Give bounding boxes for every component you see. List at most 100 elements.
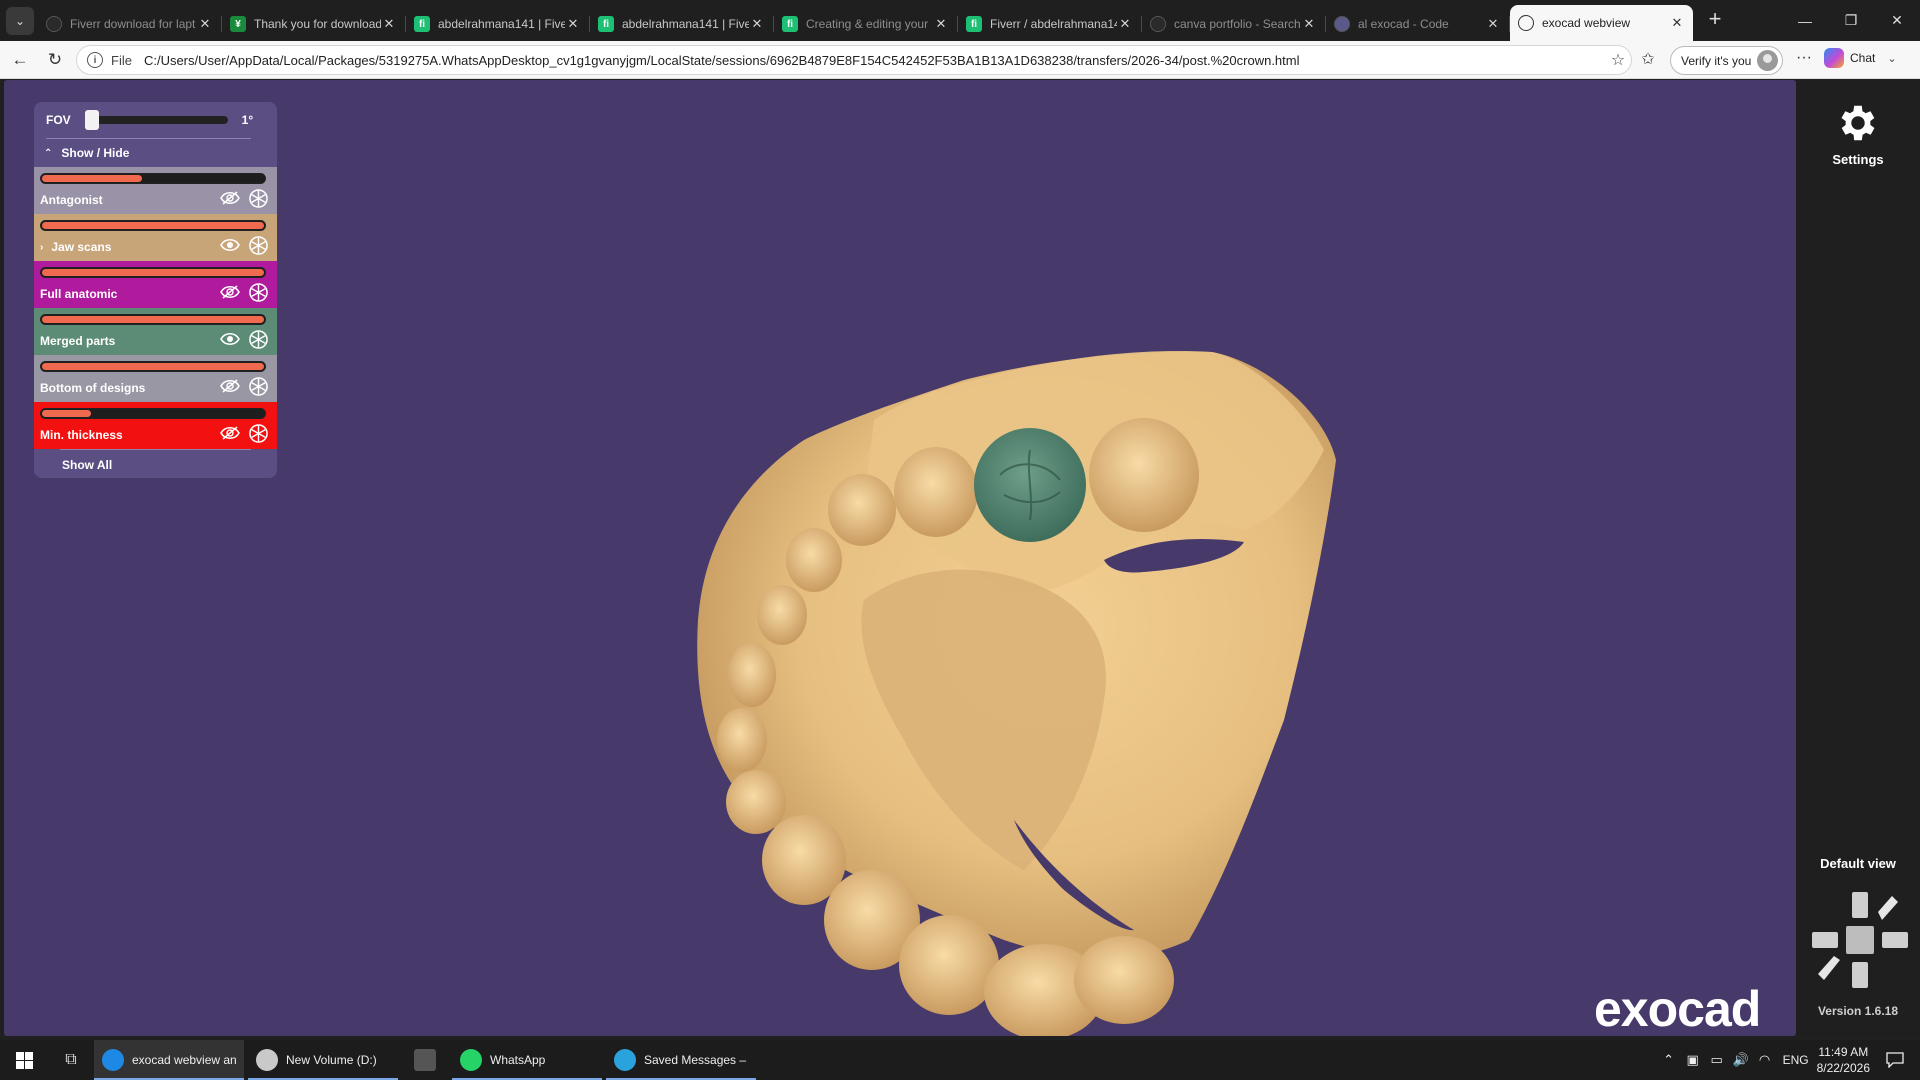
gear-icon bbox=[1841, 105, 1875, 141]
wifi-icon[interactable]: ◠ bbox=[1753, 1052, 1777, 1068]
view-left-button[interactable] bbox=[1812, 932, 1838, 948]
new-tab-button[interactable]: + bbox=[1700, 4, 1730, 34]
taskbar-app[interactable]: Saved Messages – (... bbox=[606, 1040, 756, 1080]
snowflake-icon[interactable] bbox=[249, 330, 268, 349]
browser-tab[interactable]: exocad webview ✕ bbox=[1510, 5, 1693, 41]
task-view-button[interactable]: ⧉ bbox=[48, 1040, 94, 1080]
address-bar[interactable]: i File C:/Users/User/AppData/Local/Packa… bbox=[76, 45, 1632, 75]
close-tab-icon[interactable]: ✕ bbox=[1117, 16, 1133, 32]
browser-tab[interactable]: fi abdelrahmana141 | Fiver ✕ bbox=[590, 7, 774, 41]
browser-tab[interactable]: fi abdelrahmana141 | Fiver ✕ bbox=[406, 7, 590, 41]
layer-opacity-slider[interactable] bbox=[40, 173, 266, 184]
version-label: Version 1.6.18 bbox=[1817, 1004, 1899, 1018]
taskbar-app[interactable]: WhatsApp bbox=[452, 1040, 602, 1080]
view-bottom-button[interactable] bbox=[1852, 962, 1868, 988]
fov-slider-handle[interactable] bbox=[84, 110, 99, 130]
notification-icon bbox=[1886, 1052, 1904, 1068]
close-tab-icon[interactable]: ✕ bbox=[381, 16, 397, 32]
layer-row[interactable]: Full anatomic bbox=[34, 261, 277, 308]
refresh-button[interactable]: ↻ bbox=[40, 45, 70, 75]
snowflake-icon[interactable] bbox=[249, 283, 268, 302]
layer-opacity-slider[interactable] bbox=[40, 220, 266, 231]
close-tab-icon[interactable]: ✕ bbox=[197, 16, 213, 32]
tab-title: al exocad - Code bbox=[1358, 17, 1449, 31]
browser-tab[interactable]: al exocad - Code ✕ bbox=[1326, 7, 1510, 41]
eye-off-icon[interactable] bbox=[220, 191, 240, 207]
volume-icon[interactable]: 🔊 bbox=[1729, 1052, 1753, 1068]
clock[interactable]: 11:49 AM 8/22/2026 bbox=[1817, 1044, 1870, 1076]
chevron-down-icon: ⌄ bbox=[14, 13, 26, 28]
clock-date: 8/22/2026 bbox=[1816, 1061, 1870, 1075]
eye-off-icon[interactable] bbox=[220, 426, 240, 442]
close-tab-icon[interactable]: ✕ bbox=[933, 16, 949, 32]
browser-tab[interactable]: fi Creating & editing your ✕ bbox=[774, 7, 958, 41]
layer-row[interactable]: Bottom of designs bbox=[34, 355, 277, 402]
url-text[interactable]: C:/Users/User/AppData/Local/Packages/531… bbox=[144, 53, 1605, 68]
tab-title: abdelrahmana141 | Fiver bbox=[622, 17, 749, 31]
tab-actions-menu-button[interactable]: ⌄ bbox=[6, 6, 34, 35]
favorites-icon[interactable]: ✩ bbox=[1636, 49, 1660, 73]
snowflake-icon[interactable] bbox=[249, 424, 268, 443]
close-tab-icon[interactable]: ✕ bbox=[1301, 16, 1317, 32]
eye-icon[interactable] bbox=[220, 332, 240, 348]
layer-row[interactable]: › Jaw scans bbox=[34, 214, 277, 261]
settings-button[interactable]: Settings bbox=[1796, 100, 1920, 167]
layer-row[interactable]: Min. thickness bbox=[34, 402, 277, 449]
star-icon[interactable]: ☆ bbox=[1605, 50, 1631, 70]
close-window-button[interactable]: ✕ bbox=[1874, 0, 1920, 41]
chevron-right-icon[interactable]: › bbox=[40, 242, 43, 253]
3d-viewport[interactable]: FOV 1° ⌃ Show / Hide Antagonist › Jaw scan… bbox=[4, 80, 1796, 1036]
layer-list: Antagonist › Jaw scans Full anatomic Merged … bbox=[34, 167, 277, 449]
view-cube-icon[interactable] bbox=[1810, 890, 1910, 990]
copilot-chat-button[interactable]: Chat ⌄ bbox=[1824, 48, 1897, 68]
browser-tab[interactable]: ¥ Thank you for download ✕ bbox=[222, 7, 406, 41]
back-button[interactable]: ← bbox=[5, 45, 35, 75]
layer-opacity-slider[interactable] bbox=[40, 314, 266, 325]
taskbar-app[interactable] bbox=[402, 1040, 448, 1080]
restore-button[interactable]: ❐ bbox=[1828, 0, 1874, 41]
fov-slider[interactable] bbox=[84, 110, 228, 130]
start-button[interactable] bbox=[0, 1040, 48, 1080]
tab-favicon-icon: ¥ bbox=[230, 16, 246, 32]
view-iso-bottomleft-button[interactable] bbox=[1818, 956, 1840, 980]
browser-tab[interactable]: canva portfolio - Search ✕ bbox=[1142, 7, 1326, 41]
snowflake-icon[interactable] bbox=[249, 189, 268, 208]
view-iso-topright-button[interactable] bbox=[1878, 896, 1898, 920]
view-top-button[interactable] bbox=[1852, 892, 1868, 918]
browser-tab[interactable]: fi Fiverr / abdelrahmana14 ✕ bbox=[958, 7, 1142, 41]
layer-opacity-slider[interactable] bbox=[40, 361, 266, 372]
close-tab-icon[interactable]: ✕ bbox=[1485, 16, 1501, 32]
browser-tab[interactable]: Fiverr download for lapt ✕ bbox=[38, 7, 222, 41]
eye-off-icon[interactable] bbox=[220, 285, 240, 301]
battery-icon[interactable]: ▭ bbox=[1705, 1052, 1729, 1068]
profile-button[interactable]: Verify it's you bbox=[1670, 46, 1784, 75]
snowflake-icon[interactable] bbox=[249, 236, 268, 255]
tab-favicon-icon: fi bbox=[782, 16, 798, 32]
close-tab-icon[interactable]: ✕ bbox=[565, 16, 581, 32]
layer-opacity-slider[interactable] bbox=[40, 267, 266, 278]
more-options-icon[interactable]: ··· bbox=[1792, 49, 1816, 67]
chevron-up-icon[interactable]: ⌃ bbox=[1657, 1052, 1681, 1068]
close-tab-icon[interactable]: ✕ bbox=[1669, 15, 1685, 31]
layer-row[interactable]: Antagonist bbox=[34, 167, 277, 214]
show-hide-toggle[interactable]: ⌃ Show / Hide bbox=[34, 139, 277, 167]
eye-off-icon[interactable] bbox=[220, 379, 240, 395]
notification-button[interactable] bbox=[1880, 1049, 1910, 1071]
default-view-label[interactable]: Default view bbox=[1796, 856, 1920, 871]
layer-row[interactable]: Merged parts bbox=[34, 308, 277, 355]
snowflake-icon[interactable] bbox=[249, 377, 268, 396]
taskbar-app[interactable]: New Volume (D:) bbox=[248, 1040, 398, 1080]
layer-label: Merged parts bbox=[40, 334, 116, 348]
layer-opacity-slider[interactable] bbox=[40, 408, 266, 419]
language-indicator[interactable]: ENG bbox=[1783, 1053, 1809, 1067]
close-tab-icon[interactable]: ✕ bbox=[749, 16, 765, 32]
meet-now-icon[interactable]: ▣ bbox=[1681, 1052, 1705, 1068]
minimize-button[interactable]: — bbox=[1782, 0, 1828, 41]
info-icon[interactable]: i bbox=[87, 52, 103, 68]
globe-icon bbox=[1518, 15, 1534, 31]
eye-icon[interactable] bbox=[220, 238, 240, 254]
view-front-button[interactable] bbox=[1846, 926, 1874, 954]
taskbar-app[interactable]: exocad webview an... bbox=[94, 1040, 244, 1080]
show-all-button[interactable]: Show All bbox=[34, 450, 277, 478]
view-right-button[interactable] bbox=[1882, 932, 1908, 948]
